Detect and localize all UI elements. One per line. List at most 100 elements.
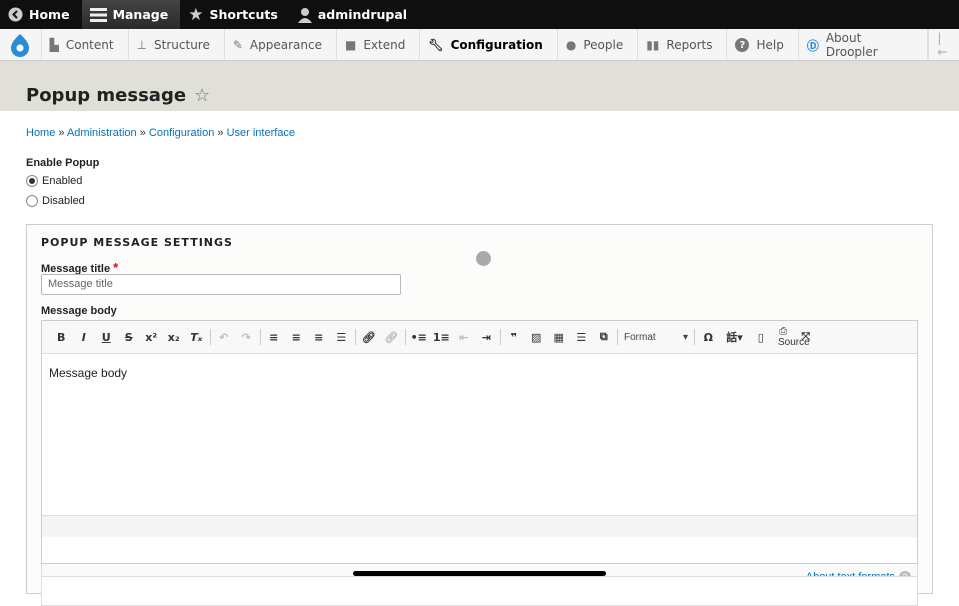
superscript-icon[interactable]: x² [140, 331, 163, 344]
chevron-left-circle-icon [8, 7, 23, 22]
outdent-icon[interactable]: ⇤ [453, 331, 476, 344]
breadcrumb-configuration[interactable]: Configuration [149, 127, 214, 139]
label: Content [65, 38, 114, 52]
collapse-tray-button[interactable]: |← [928, 29, 959, 61]
divider [354, 329, 356, 345]
align-center-icon[interactable]: ≡ [285, 331, 308, 344]
tray-content[interactable]: ▙ Content [42, 29, 129, 61]
toolbar-shortcuts[interactable]: ★ Shortcuts [180, 0, 290, 29]
label: Structure [154, 38, 210, 52]
breadcrumb: Home » Administration » Configuration » … [26, 127, 296, 139]
caret-down-icon: ▾ [682, 331, 688, 343]
star-icon: ★ [188, 4, 204, 25]
toolbar-home[interactable]: Home [0, 0, 82, 29]
redo-icon[interactable]: ↷ [235, 331, 258, 344]
toolbar-manage[interactable]: Manage [81, 0, 181, 29]
table-icon[interactable]: ▦ [548, 331, 571, 344]
label: Appearance [249, 38, 322, 52]
undo-icon[interactable]: ↶ [213, 331, 236, 344]
italic-icon[interactable]: I [73, 331, 96, 344]
label: Shortcuts [209, 7, 278, 22]
align-right-icon[interactable]: ≡ [308, 331, 331, 344]
tray-configuration[interactable]: 🔧︎ Configuration [420, 29, 558, 61]
label: Help [756, 38, 784, 52]
label: Format [624, 331, 656, 343]
divider [209, 329, 211, 345]
message-body-label: Message body [41, 305, 117, 317]
link-icon[interactable]: 🔗︎ [358, 331, 381, 344]
label: Extend [363, 38, 406, 52]
numbered-list-icon[interactable]: 1≡ [430, 331, 453, 344]
file-icon: ▙ [49, 38, 59, 52]
user-icon [297, 7, 312, 23]
required-marker: * [113, 260, 119, 275]
show-blocks-icon[interactable]: ▯ [750, 331, 773, 344]
admin-tray: ▙ Content ⊥ Structure ✎ Appearance ■ Extend … [0, 29, 959, 61]
label: Disabled [42, 195, 85, 207]
tray-reports[interactable]: ▮▮ Reports [638, 29, 728, 61]
sitemap-icon: ⊥ [136, 38, 148, 52]
underline-icon[interactable]: U [95, 331, 118, 344]
toolbar-user[interactable]: admindrupal [290, 0, 419, 29]
radio-disabled[interactable]: Disabled [26, 195, 85, 207]
language-icon[interactable]: 話▾ [720, 329, 750, 345]
label: Reports [666, 38, 713, 52]
droopler-icon: Ⓓ [806, 38, 819, 53]
loading-spinner [476, 251, 491, 266]
tray-help[interactable]: ? Help [727, 29, 799, 61]
tray-about-droopler[interactable]: Ⓓ About Droopler [799, 29, 929, 61]
special-character-icon[interactable]: Ω [697, 331, 720, 344]
radio-unchecked[interactable] [26, 195, 38, 207]
breadcrumb-home[interactable]: Home [26, 127, 55, 139]
source-button[interactable]: ⎙ Source [772, 326, 810, 348]
help-icon: ? [735, 38, 750, 52]
radio-enabled[interactable]: Enabled [26, 175, 82, 187]
message-title-input[interactable]: Message title [41, 274, 401, 295]
label: admindrupal [317, 7, 408, 22]
enable-popup-label: Enable Popup [26, 157, 100, 169]
drupal-logo[interactable] [0, 29, 42, 61]
breadcrumb-user-interface[interactable]: User interface [227, 127, 295, 139]
maximize-icon[interactable]: ⤧ [795, 330, 818, 344]
paintbrush-icon: ✎ [232, 38, 243, 52]
divider [259, 329, 261, 345]
blockquote-icon[interactable]: ❞ [503, 331, 526, 344]
horizontal-line-icon[interactable]: ☰ [570, 331, 593, 344]
rich-text-editor: B I U S x² x₂ Tₓ ↶ ↷ ≡ ≡ ≡ ☰ 🔗︎ 🔗︎ •≡ 1≡… [41, 320, 918, 564]
bold-icon[interactable]: B [50, 331, 73, 344]
star-outline-icon[interactable]: ☆ [194, 85, 210, 106]
radio-checked[interactable] [26, 175, 38, 187]
indent-icon[interactable]: ⇥ [475, 331, 498, 344]
page-title: Popup message [26, 85, 187, 106]
popup-settings-fieldset: POPUP MESSAGE SETTINGS Message title * M… [26, 224, 933, 606]
divider [694, 329, 695, 345]
editor-toolbar: B I U S x² x₂ Tₓ ↶ ↷ ≡ ≡ ≡ ☰ 🔗︎ 🔗︎ •≡ 1≡… [42, 321, 917, 354]
unlink-icon[interactable]: 🔗︎ [380, 331, 403, 344]
divider [404, 329, 406, 345]
admin-toolbar: Home Manage ★ Shortcuts admindrupal [0, 0, 959, 29]
collapse-icon: |← [937, 31, 948, 59]
strikethrough-icon[interactable]: S [118, 331, 141, 344]
align-justify-icon[interactable]: ☰ [330, 331, 353, 344]
align-left-icon[interactable]: ≡ [263, 331, 286, 344]
image-icon[interactable]: ▨ [525, 331, 548, 344]
tray-people[interactable]: ● People [558, 29, 639, 61]
tray-structure[interactable]: ⊥ Structure [129, 29, 225, 61]
editor-path-bar [42, 515, 917, 537]
tray-extend[interactable]: ■ Extend [337, 29, 421, 61]
label: Home [29, 7, 70, 22]
label: About Droopler [825, 31, 878, 59]
divider [499, 329, 501, 345]
template-icon[interactable]: ⧉ [593, 330, 616, 344]
bar-chart-icon: ▮▮ [646, 38, 660, 52]
label: People [583, 38, 624, 52]
editor-body[interactable]: Message body [42, 354, 917, 515]
wrench-icon: 🔧︎ [428, 38, 444, 52]
puzzle-icon: ■ [344, 38, 357, 52]
subscript-icon[interactable]: x₂ [163, 331, 186, 344]
tray-appearance[interactable]: ✎ Appearance [225, 29, 337, 61]
format-dropdown[interactable]: Format ▾ [620, 332, 692, 343]
breadcrumb-administration[interactable]: Administration [67, 127, 137, 139]
bulleted-list-icon[interactable]: •≡ [408, 331, 431, 344]
remove-format-icon[interactable]: Tₓ [185, 331, 208, 344]
